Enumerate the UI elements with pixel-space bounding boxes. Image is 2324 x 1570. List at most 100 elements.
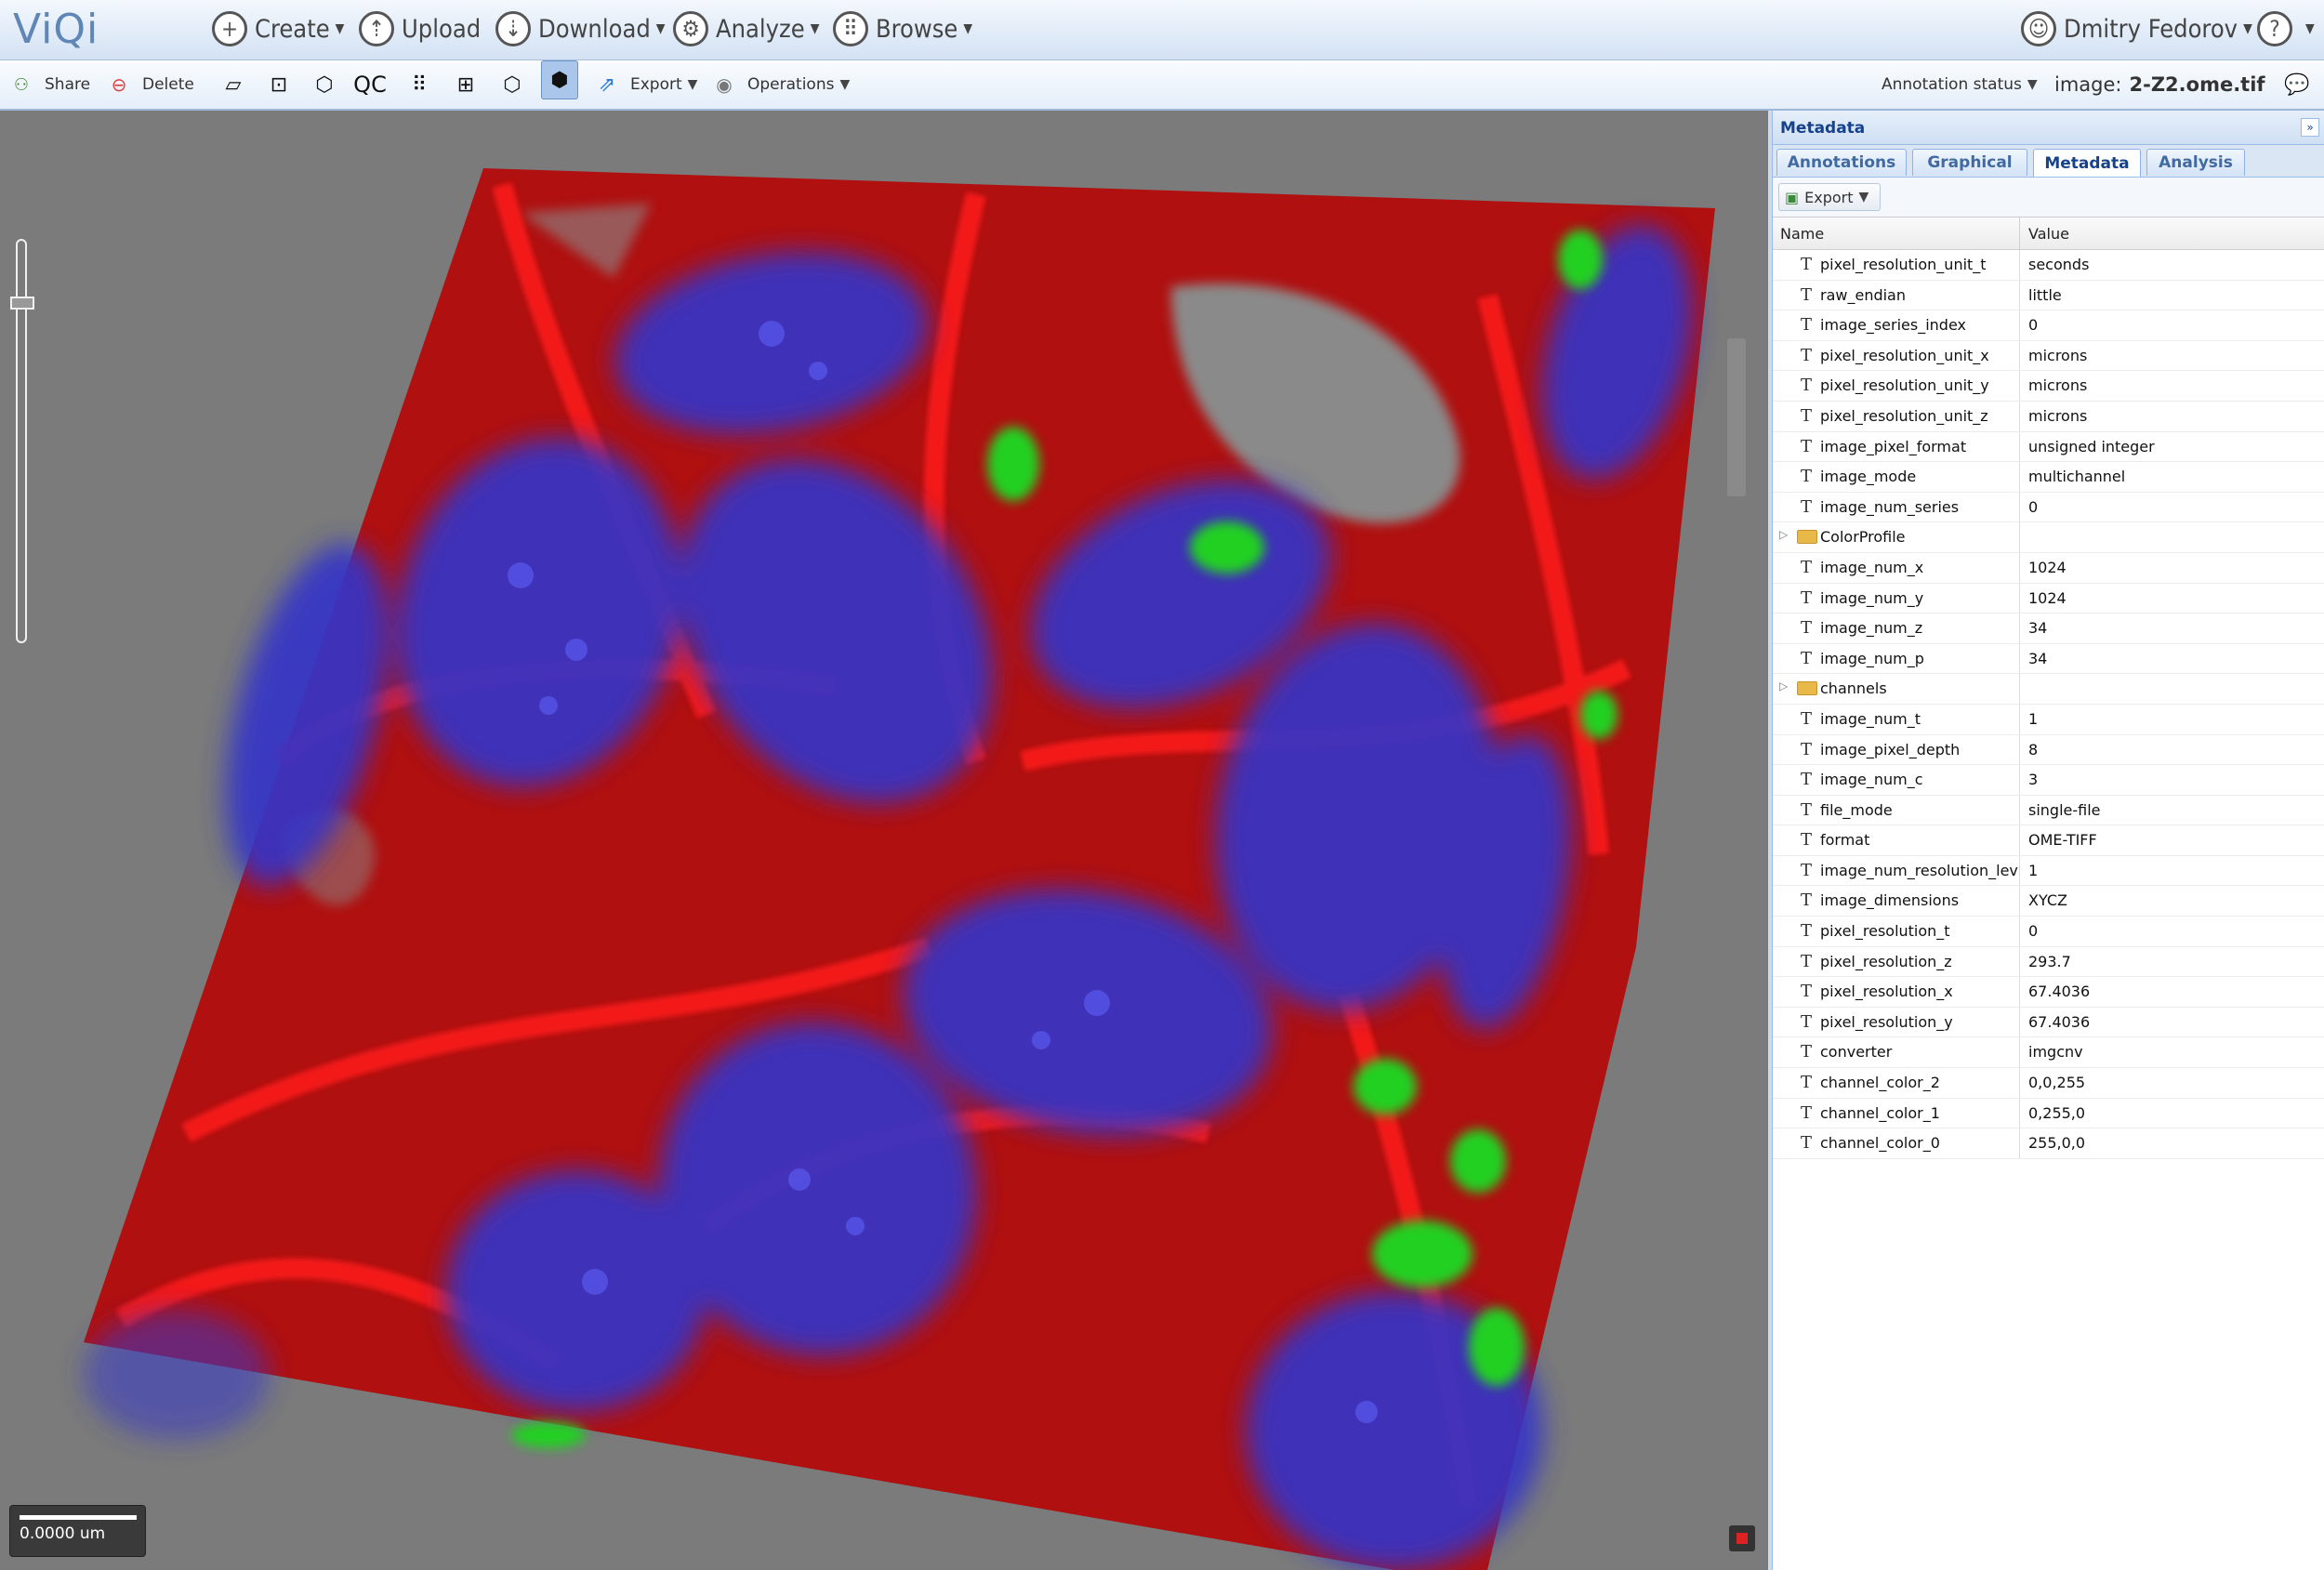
volume-viewer[interactable]: 0.0000 um <box>0 111 1768 1570</box>
metadata-row[interactable]: Timage_num_c 3 <box>1773 765 2324 796</box>
help-menu[interactable]: ? ▼ <box>2257 7 2315 50</box>
operations-menu[interactable]: ◉ Operations ▼ <box>710 70 850 99</box>
metadata-row[interactable]: Tpixel_resolution_unit_z microns <box>1773 401 2324 432</box>
export-menu[interactable]: ⇗ Export ▼ <box>593 70 698 99</box>
metadata-row[interactable]: Timage_num_z 34 <box>1773 613 2324 644</box>
image-title: image: 2-Z2.ome.tif <box>2054 70 2265 99</box>
metadata-row[interactable]: Tpixel_resolution_y 67.4036 <box>1773 1007 2324 1038</box>
metadata-row[interactable]: Tpixel_resolution_unit_t seconds <box>1773 250 2324 281</box>
volume-render <box>84 168 1715 1570</box>
metadata-row[interactable]: ▷ channels <box>1773 674 2324 705</box>
view-3d-button[interactable]: ⬡ <box>310 70 338 99</box>
expand-arrow-icon[interactable]: ▷ <box>1779 528 1788 541</box>
tab-graphical[interactable]: Graphical <box>1912 149 2027 176</box>
metadata-grid-header: Name Value <box>1773 218 2324 250</box>
metadata-value: 34 <box>2028 649 2048 667</box>
comments-button[interactable]: 💬 <box>2283 70 2311 99</box>
zoom-slider-handle[interactable] <box>10 297 34 310</box>
metadata-row[interactable]: Tconverter imgcnv <box>1773 1037 2324 1069</box>
metadata-row[interactable]: Timage_series_index 0 <box>1773 310 2324 341</box>
app-logo[interactable]: ViQi <box>13 6 99 53</box>
metadata-name: pixel_resolution_x <box>1820 983 1953 1001</box>
text-type-icon: T <box>1801 436 1813 456</box>
expand-arrow-icon[interactable]: ▷ <box>1779 679 1788 693</box>
grid-button[interactable]: ⊞ <box>452 70 480 99</box>
metadata-value: OME-TIFF <box>2028 831 2097 850</box>
metadata-row[interactable]: Tchannel_color_1 0,255,0 <box>1773 1098 2324 1129</box>
metadata-row[interactable]: Timage_pixel_format unsigned integer <box>1773 431 2324 463</box>
viewer-side-tab[interactable] <box>1727 338 1746 496</box>
metadata-name: pixel_resolution_unit_y <box>1820 376 1989 395</box>
column-value-header[interactable]: Value <box>2028 225 2069 243</box>
image-prefix: image: <box>2054 73 2122 96</box>
text-type-icon: T <box>1801 860 1813 880</box>
text-type-icon: T <box>1801 708 1813 729</box>
text-type-icon: T <box>1801 891 1813 911</box>
text-type-icon: T <box>1801 618 1813 639</box>
view-2d-button[interactable]: ▱ <box>219 70 247 99</box>
metadata-row[interactable]: Timage_num_x 1024 <box>1773 552 2324 584</box>
metadata-export-label: Export <box>1804 188 1854 206</box>
volume-render-button[interactable]: ⬢ <box>541 60 578 99</box>
metadata-value: 0 <box>2028 316 2039 335</box>
text-type-icon: T <box>1801 405 1813 426</box>
metadata-name: image_num_p <box>1820 649 1924 667</box>
text-type-icon: T <box>1801 557 1813 577</box>
panel-header: Metadata » <box>1773 111 2324 145</box>
text-type-icon: T <box>1801 315 1813 336</box>
metadata-row[interactable]: Tpixel_resolution_x 67.4036 <box>1773 977 2324 1008</box>
browse-menu[interactable]: ⠿ Browse ▼ <box>833 7 972 50</box>
metadata-row[interactable]: Tpixel_resolution_t 0 <box>1773 917 2324 947</box>
metadata-row[interactable]: Tfile_mode single-file <box>1773 795 2324 826</box>
delete-button[interactable]: ⊖ Delete <box>105 70 194 99</box>
export-label: Export <box>630 75 682 94</box>
metadata-row[interactable]: Timage_mode multichannel <box>1773 462 2324 493</box>
metadata-name: image_num_x <box>1820 558 1924 576</box>
volume-button[interactable]: ⬡ <box>498 70 526 99</box>
metadata-row[interactable]: Timage_pixel_depth 8 <box>1773 734 2324 766</box>
upload-button[interactable]: ⇡ Upload <box>359 7 481 50</box>
text-type-icon: T <box>1801 1102 1813 1123</box>
metadata-name: channel_color_1 <box>1820 1103 1940 1122</box>
metadata-row[interactable]: Timage_num_t 1 <box>1773 704 2324 735</box>
metadata-row[interactable]: Tchannel_color_0 255,0,0 <box>1773 1128 2324 1159</box>
metadata-value: 0,0,255 <box>2028 1074 2086 1092</box>
metadata-row[interactable]: Timage_num_p 34 <box>1773 643 2324 675</box>
metadata-row[interactable]: Tpixel_resolution_unit_y microns <box>1773 371 2324 402</box>
metadata-name: pixel_resolution_y <box>1820 1012 1953 1031</box>
upload-icon: ⇡ <box>359 11 394 46</box>
column-name-header[interactable]: Name <box>1780 225 1824 243</box>
download-label: Download <box>538 14 651 44</box>
metadata-row[interactable]: ▷ ColorProfile <box>1773 522 2324 553</box>
metadata-row[interactable]: Tpixel_resolution_z 293.7 <box>1773 946 2324 978</box>
download-menu[interactable]: ⇣ Download ▼ <box>495 7 665 50</box>
create-menu[interactable]: + Create ▼ <box>212 7 344 50</box>
metadata-export-button[interactable]: ▣ Export ▼ <box>1778 183 1881 211</box>
annotation-status-menu[interactable]: Annotation status ▼ <box>1882 70 2038 99</box>
collapse-panel-icon[interactable]: » <box>2301 118 2319 137</box>
analyze-menu[interactable]: ⚙ Analyze ▼ <box>673 7 819 50</box>
stop-icon <box>1736 1533 1748 1544</box>
tiles-button[interactable]: ⠿ <box>405 70 433 99</box>
metadata-value: 1024 <box>2028 588 2067 607</box>
metadata-row[interactable]: Tpixel_resolution_unit_x microns <box>1773 340 2324 372</box>
metadata-row[interactable]: Timage_num_series 0 <box>1773 492 2324 523</box>
qc-button[interactable]: QC <box>353 70 387 99</box>
tab-metadata[interactable]: Metadata <box>2033 149 2141 177</box>
metadata-row[interactable]: Timage_num_y 1024 <box>1773 583 2324 614</box>
metadata-row[interactable]: Tformat OME-TIFF <box>1773 825 2324 856</box>
movie-button[interactable]: ⊡ <box>265 70 293 99</box>
metadata-row[interactable]: Timage_num_resolution_lev 1 <box>1773 855 2324 887</box>
tab-annotations[interactable]: Annotations <box>1776 149 1907 176</box>
speech-bubble-icon: 💬 <box>2284 73 2310 97</box>
tab-analysis[interactable]: Analysis <box>2146 149 2245 176</box>
metadata-value: 34 <box>2028 619 2048 638</box>
metadata-row[interactable]: Tchannel_color_2 0,0,255 <box>1773 1068 2324 1099</box>
metadata-value: imgcnv <box>2028 1043 2083 1062</box>
stop-render-button[interactable] <box>1729 1525 1755 1551</box>
share-button[interactable]: ⚇ Share <box>7 70 90 99</box>
metadata-row[interactable]: Timage_dimensions XYCZ <box>1773 886 2324 917</box>
user-menu[interactable]: ☺ Dmitry Fedorov ▼ <box>2021 7 2252 50</box>
metadata-name: ColorProfile <box>1820 528 1906 547</box>
metadata-row[interactable]: Traw_endian little <box>1773 280 2324 311</box>
